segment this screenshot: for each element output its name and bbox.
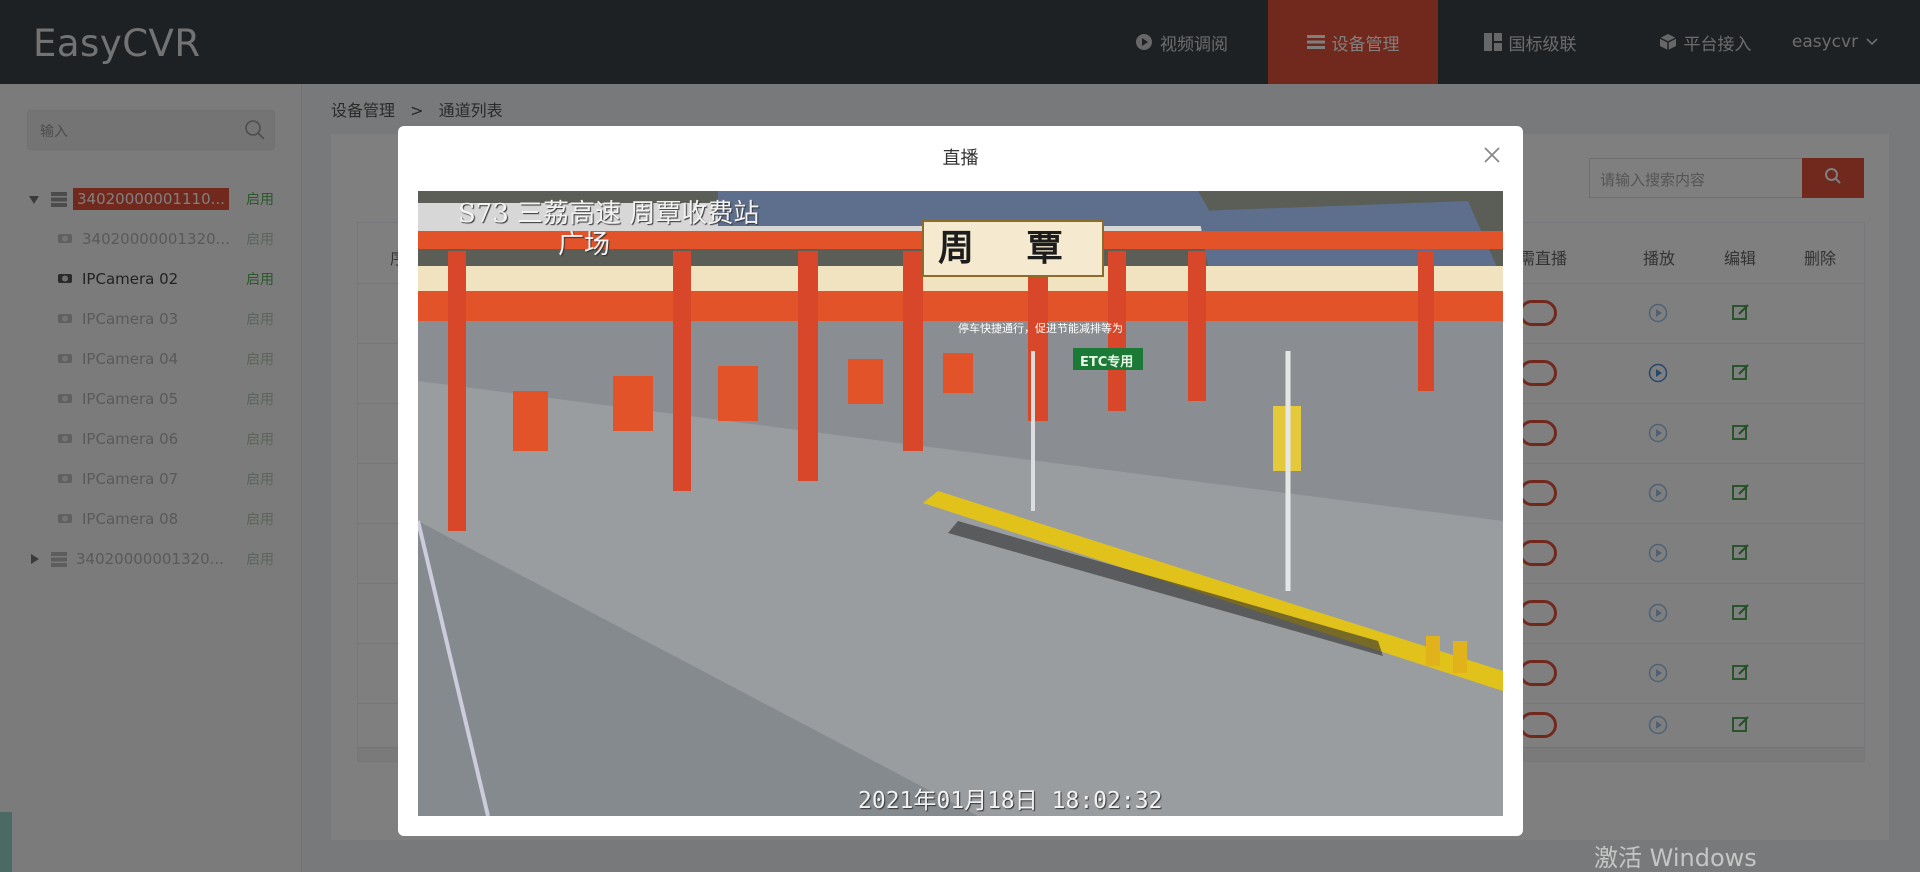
- plaza-banner: 停车快捷通行，促进节能减排等为: [958, 322, 1123, 335]
- close-icon[interactable]: [1480, 143, 1504, 167]
- live-modal: 直播 S73 三荔高速 周覃收费站 广场 周 覃 停车快捷通行，促进节能减排等为…: [398, 126, 1523, 836]
- modal-title: 直播: [942, 148, 979, 169]
- video-frame: [418, 191, 1503, 816]
- video-osd-location: S73 三荔高速 周覃收费站 广场: [458, 193, 759, 261]
- video-osd-timestamp: 2021年01月18日 18:02:32: [858, 788, 1163, 814]
- taskbar-edge: [0, 812, 12, 872]
- etc-lane-sign: ETC专用: [1080, 355, 1134, 370]
- live-video-player[interactable]: S73 三荔高速 周覃收费站 广场 周 覃 停车快捷通行，促进节能减排等为 ET…: [418, 191, 1503, 816]
- plaza-name-sign: 周 覃: [938, 227, 1083, 269]
- os-activation-watermark: 激活 Windows: [1594, 844, 1757, 872]
